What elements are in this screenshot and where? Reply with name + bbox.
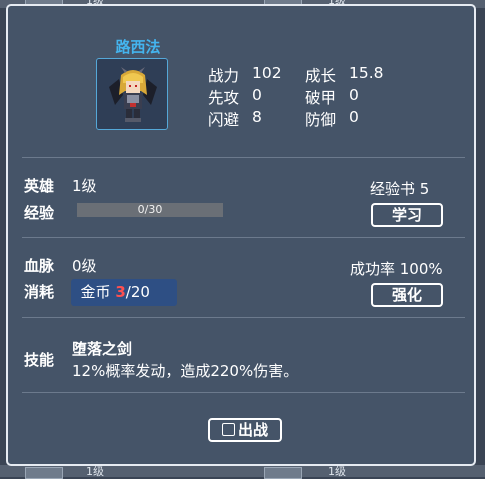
coin-cost-box: 金币 3/20 (71, 279, 177, 306)
stat-value-defense: 0 (349, 108, 359, 126)
stat-label-dodge: 闪避 (208, 111, 240, 129)
background-hero-tile (264, 467, 302, 479)
background-list-bottom (0, 465, 485, 477)
exp-book-count: 经验书 5 (370, 180, 430, 198)
hero-name: 路西法 (115, 38, 161, 56)
hero-level-label: 英雄 (24, 177, 55, 195)
divider (22, 392, 465, 393)
stat-label-growth: 成长 (305, 67, 337, 85)
stat-label-defense: 防御 (305, 111, 337, 129)
coin-required: /20 (125, 283, 150, 301)
stat-value-initiative: 0 (252, 86, 262, 104)
hero-detail-panel: 路西法 战力 102 成长 15.8 先攻 0 破甲 0 闪避 8 防御 0 英… (6, 4, 476, 466)
skill-label: 技能 (24, 351, 55, 369)
cost-label: 消耗 (24, 283, 55, 301)
deploy-button[interactable]: 出战 (208, 418, 282, 442)
learn-button[interactable]: 学习 (371, 203, 443, 227)
bloodline-level-value: 0级 (72, 257, 97, 275)
skill-name: 堕落之剑 (72, 340, 133, 358)
stat-value-growth: 15.8 (349, 64, 384, 82)
stat-value-armor-break: 0 (349, 86, 359, 104)
skill-description: 12%概率发动，造成220%伤害。 (72, 362, 299, 380)
background-hero-tile (25, 467, 63, 479)
checkbox-icon (221, 423, 235, 436)
divider (22, 157, 465, 158)
divider (22, 237, 465, 238)
stat-value-power: 102 (252, 64, 282, 82)
stat-value-dodge: 8 (252, 108, 262, 126)
exp-label: 经验 (24, 204, 55, 222)
deploy-label: 出战 (237, 421, 268, 439)
hero-portrait[interactable] (96, 58, 168, 130)
stat-label-armor-break: 破甲 (305, 89, 337, 107)
stat-label-power: 战力 (208, 67, 240, 85)
hero-level-value: 1级 (72, 177, 97, 195)
coin-owned: 3 (115, 283, 126, 301)
divider (22, 317, 465, 318)
exp-progress-bar: 0/30 (77, 203, 223, 217)
coin-label: 金币 (80, 283, 116, 301)
hero-sprite-icon (109, 67, 157, 122)
enhance-button[interactable]: 强化 (371, 283, 443, 307)
bloodline-label: 血脉 (24, 257, 55, 275)
success-rate: 成功率 100% (350, 260, 443, 278)
stat-label-initiative: 先攻 (208, 89, 240, 107)
exp-progress-text: 0/30 (137, 203, 163, 216)
